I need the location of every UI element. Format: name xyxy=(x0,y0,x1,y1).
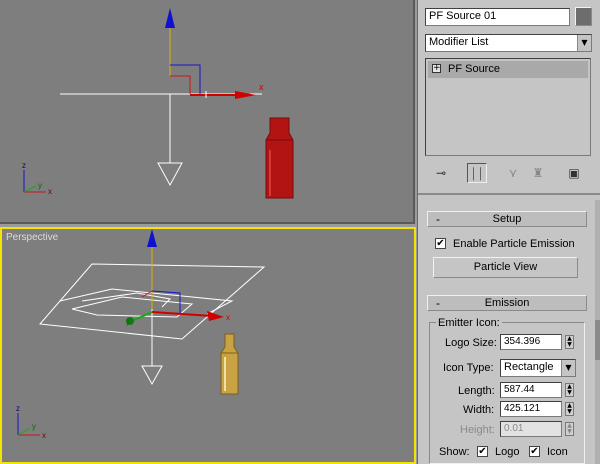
svg-text:y: y xyxy=(126,317,130,326)
panel-scrollbar[interactable] xyxy=(595,200,600,464)
emission-title: Emission xyxy=(484,297,530,309)
modifier-stack: + PF Source xyxy=(425,58,591,156)
top-viewport-scene: x z y x xyxy=(22,8,294,199)
svg-text:y: y xyxy=(38,181,42,190)
modifier-list-dropdown[interactable]: Modifier List ▼ xyxy=(425,34,592,52)
perspective-viewport-scene: y x z y x xyxy=(16,229,266,440)
logo-size-label: Logo Size: xyxy=(445,337,497,349)
object-name-field[interactable]: PF Source 01 xyxy=(425,8,570,26)
gizmo-x-arrow xyxy=(207,311,224,321)
svg-text:z: z xyxy=(16,404,20,413)
pin-stack-icon[interactable]: ⊸ xyxy=(431,163,451,183)
show-icon-checkbox[interactable]: ✔ xyxy=(529,446,540,457)
object-name-text: PF Source 01 xyxy=(429,10,497,22)
gizmo-plane-handle-blue xyxy=(170,64,201,94)
expand-icon[interactable]: + xyxy=(432,64,441,73)
icon-type-dropdown[interactable]: Rectangle ▼ xyxy=(500,359,576,377)
modifier-list-text: Modifier List xyxy=(429,36,489,48)
show-icon-label: Icon xyxy=(547,446,568,458)
show-end-result-icon[interactable]: ⏐⏐ xyxy=(467,163,487,183)
stack-item-label: PF Source xyxy=(448,63,500,75)
emission-rollout-header[interactable]: - Emission xyxy=(427,295,587,311)
length-spinner[interactable]: ▲ ▼ xyxy=(565,383,574,397)
emitter-icon-group-label: Emitter Icon: xyxy=(436,317,502,329)
gizmo-z-arrow xyxy=(147,229,157,247)
configure-sets-icon[interactable]: ▣ xyxy=(564,163,584,183)
show-logo-label: Logo xyxy=(495,446,520,458)
logo-size-input[interactable]: 354.396 xyxy=(500,334,562,350)
gizmo-plane-handle-red xyxy=(170,75,191,94)
panel-divider xyxy=(418,193,600,195)
shell-model-gold xyxy=(220,333,239,395)
perspective-viewport[interactable]: Perspective y x z y x xyxy=(0,227,416,464)
emission-direction-arrow xyxy=(141,365,163,386)
gizmo-x-label: x xyxy=(259,82,264,92)
setup-rollout-header[interactable]: - Setup xyxy=(427,211,587,227)
show-label: Show: xyxy=(439,446,470,458)
svg-text:x: x xyxy=(42,431,46,440)
top-viewport[interactable]: x z y x xyxy=(0,0,415,224)
width-label: Width: xyxy=(463,404,495,416)
emission-direction-arrow xyxy=(157,162,183,187)
height-spinner[interactable]: ▲ ▼ xyxy=(565,422,574,436)
gizmo-z-arrow xyxy=(165,8,175,28)
gizmo-x-arrow xyxy=(235,91,256,99)
length-label: Length: xyxy=(458,385,495,397)
make-unique-icon[interactable]: ⋎ xyxy=(503,163,523,183)
object-color-swatch[interactable] xyxy=(575,7,592,26)
stack-item-pf-source[interactable]: + PF Source xyxy=(428,61,588,78)
command-panel: PF Source 01 Modifier List ▼ + PF Source… xyxy=(417,0,600,464)
icon-type-label: Icon Type: xyxy=(443,362,494,374)
svg-text:x: x xyxy=(226,313,230,322)
chevron-down-icon: ▼ xyxy=(561,360,575,376)
show-logo-checkbox[interactable]: ✔ xyxy=(477,446,488,457)
setup-title: Setup xyxy=(492,213,522,225)
enable-emission-checkbox[interactable]: ✔ xyxy=(435,238,446,249)
world-axis-y xyxy=(23,185,37,193)
panel-scrollbar-thumb[interactable] xyxy=(595,320,600,360)
height-input[interactable]: 0.01 xyxy=(500,421,562,437)
svg-text:x: x xyxy=(48,187,52,196)
enable-emission-label: Enable Particle Emission xyxy=(453,238,575,250)
height-label: Height: xyxy=(460,424,495,436)
remove-modifier-icon[interactable]: ♜ xyxy=(528,163,548,183)
chevron-down-icon: ▼ xyxy=(577,35,591,51)
particle-view-button[interactable]: Particle View xyxy=(433,257,578,278)
width-spinner[interactable]: ▲ ▼ xyxy=(565,402,574,416)
logo-size-spinner[interactable]: ▲ ▼ xyxy=(565,335,574,349)
svg-text:z: z xyxy=(22,161,26,170)
width-input[interactable]: 425.121 xyxy=(500,401,562,417)
svg-text:y: y xyxy=(32,422,36,431)
length-input[interactable]: 587.44 xyxy=(500,382,562,398)
